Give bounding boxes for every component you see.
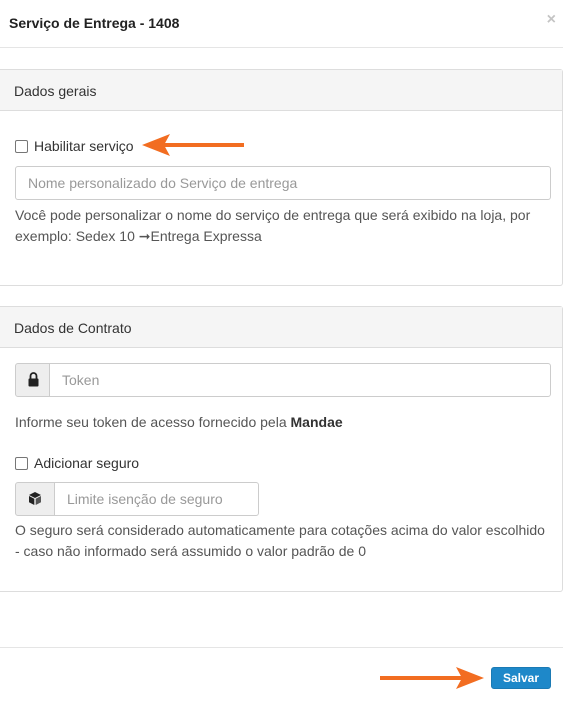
save-button[interactable]: Salvar: [491, 667, 551, 689]
add-insurance-checkbox[interactable]: [15, 457, 28, 470]
token-help-text: Informe seu token de acesso fornecido pe…: [15, 414, 291, 430]
modal-footer-divider: [0, 647, 563, 648]
service-name-help-line1: Você pode personalizar o nome do serviço…: [15, 207, 531, 223]
cube-icon: [29, 492, 41, 505]
service-name-input[interactable]: [15, 166, 551, 200]
modal-header: Serviço de Entrega - 1408 ×: [0, 0, 563, 48]
insurance-help-line1: O seguro será considerado automaticament…: [15, 522, 545, 538]
save-annotation-arrow-icon: [380, 667, 484, 689]
enable-service-label[interactable]: Habilitar serviço: [34, 138, 134, 154]
lock-icon: [28, 372, 39, 387]
contract-panel-heading: Dados de Contrato: [0, 307, 562, 348]
add-insurance-label[interactable]: Adicionar seguro: [34, 455, 139, 471]
enable-service-checkbox[interactable]: [15, 140, 28, 153]
insurance-help-line2: - caso não informado será assumido o val…: [15, 543, 366, 559]
general-panel-heading: Dados gerais: [0, 70, 562, 111]
modal-title: Serviço de Entrega - 1408: [9, 15, 180, 31]
token-addon: [15, 363, 50, 397]
service-name-help-line2: exemplo: Sedex 10 ➞Entrega Expressa: [15, 228, 262, 244]
close-icon[interactable]: ×: [547, 12, 556, 28]
insurance-addon: [15, 482, 55, 516]
insurance-limit-input[interactable]: [54, 482, 259, 516]
token-help: Informe seu token de acesso fornecido pe…: [15, 412, 343, 433]
token-input[interactable]: [49, 363, 551, 397]
annotation-arrow-icon: [142, 134, 244, 156]
token-help-brand: Mandae: [290, 414, 343, 430]
